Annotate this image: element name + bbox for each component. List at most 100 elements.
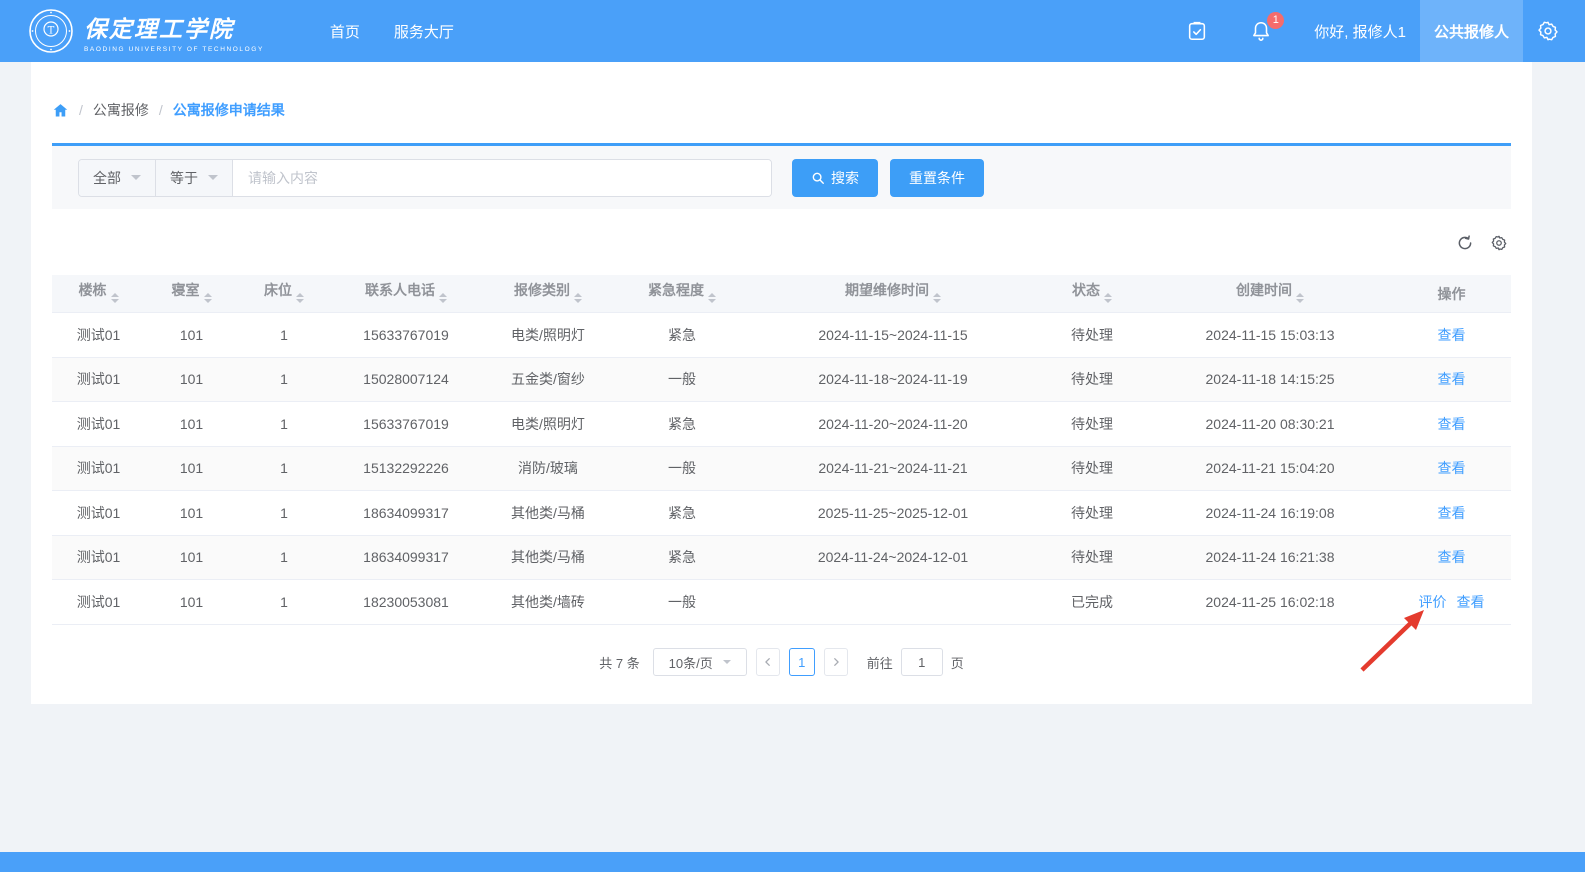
- table-header-row: 楼栋寝室床位联系人电话报修类别紧急程度期望维修时间状态创建时间操作: [52, 275, 1511, 313]
- cell: 101: [145, 371, 238, 387]
- column-header-8[interactable]: 创建时间: [1148, 280, 1392, 307]
- column-settings-gear-icon[interactable]: [1490, 234, 1508, 252]
- column-header-3[interactable]: 联系人电话: [330, 280, 482, 307]
- search-combo: 全部 等于: [78, 159, 772, 197]
- sort-caret-icon[interactable]: [1296, 289, 1304, 307]
- view-link[interactable]: 查看: [1438, 327, 1466, 343]
- actions-cell: 评价查看: [1392, 592, 1511, 612]
- sort-caret-icon[interactable]: [439, 289, 447, 307]
- view-link[interactable]: 查看: [1438, 549, 1466, 565]
- nav-item-0[interactable]: 首页: [330, 21, 360, 42]
- cell: 15132292226: [330, 460, 482, 476]
- cell: 2025-11-25~2025-12-01: [750, 505, 1036, 521]
- cell: 测试01: [52, 458, 145, 478]
- breadcrumb-item-0[interactable]: 公寓报修: [93, 100, 149, 120]
- cell: 五金类/窗纱: [482, 369, 614, 389]
- cell: 紧急: [614, 325, 750, 345]
- home-icon[interactable]: [52, 102, 69, 119]
- prev-page-button[interactable]: [756, 648, 780, 676]
- breadcrumb-item-1: 公寓报修申请结果: [173, 100, 285, 120]
- cell: 其他类/墙砖: [482, 592, 614, 612]
- logo-subtitle: BAODING UNIVERSITY OF TECHNOLOGY: [84, 46, 264, 53]
- evaluate-link[interactable]: 评价: [1419, 594, 1447, 610]
- cell: 101: [145, 327, 238, 343]
- view-link[interactable]: 查看: [1438, 416, 1466, 432]
- cell: 2024-11-21 15:04:20: [1148, 460, 1392, 476]
- column-header-7[interactable]: 状态: [1036, 280, 1148, 307]
- actions-cell: 查看: [1392, 547, 1511, 567]
- view-link[interactable]: 查看: [1438, 505, 1466, 521]
- cell: 2024-11-24 16:19:08: [1148, 505, 1392, 521]
- breadcrumb-separator: /: [159, 102, 163, 118]
- table-row: 测试01101115028007124五金类/窗纱一般2024-11-18~20…: [52, 358, 1511, 403]
- notification-bell-icon[interactable]: 1: [1250, 20, 1272, 42]
- svg-text:T: T: [48, 26, 55, 37]
- cell: 一般: [614, 592, 750, 612]
- cell: 测试01: [52, 503, 145, 523]
- breadcrumb-separator: /: [79, 102, 83, 118]
- cell: 2024-11-15~2024-11-15: [750, 327, 1036, 343]
- top-header: T 保定理工学院 BAODING UNIVERSITY OF TECHNOLOG…: [0, 0, 1585, 62]
- cell: 电类/照明灯: [482, 325, 614, 345]
- cell: 1: [238, 327, 330, 343]
- tasks-clipboard-icon[interactable]: [1186, 20, 1208, 42]
- field-select[interactable]: 全部: [79, 160, 155, 196]
- cell: 紧急: [614, 503, 750, 523]
- cell: 测试01: [52, 369, 145, 389]
- view-link[interactable]: 查看: [1438, 460, 1466, 476]
- sort-caret-icon[interactable]: [296, 289, 304, 307]
- search-button[interactable]: 搜索: [792, 159, 878, 197]
- sort-caret-icon[interactable]: [933, 289, 941, 307]
- column-header-1[interactable]: 寝室: [145, 280, 238, 307]
- cell: 2024-11-21~2024-11-21: [750, 460, 1036, 476]
- reset-filter-button[interactable]: 重置条件: [890, 159, 984, 197]
- goto-page-input[interactable]: [901, 648, 943, 676]
- cell: 15633767019: [330, 327, 482, 343]
- column-header-4[interactable]: 报修类别: [482, 280, 614, 307]
- column-header-0[interactable]: 楼栋: [52, 280, 145, 307]
- sort-caret-icon[interactable]: [111, 289, 119, 307]
- cell: 待处理: [1036, 458, 1148, 478]
- chevron-right-icon: [831, 657, 841, 667]
- view-link[interactable]: 查看: [1438, 371, 1466, 387]
- cell: 待处理: [1036, 414, 1148, 434]
- cell: 1: [238, 549, 330, 565]
- repair-requests-table: 楼栋寝室床位联系人电话报修类别紧急程度期望维修时间状态创建时间操作测试01101…: [52, 275, 1511, 625]
- role-tab-public-reporter[interactable]: 公共报修人: [1420, 0, 1523, 62]
- view-link[interactable]: 查看: [1457, 594, 1485, 610]
- sort-caret-icon[interactable]: [574, 289, 582, 307]
- next-page-button[interactable]: [824, 648, 848, 676]
- cell: 101: [145, 505, 238, 521]
- column-header-6[interactable]: 期望维修时间: [750, 280, 1036, 307]
- cell: 2024-11-20~2024-11-20: [750, 416, 1036, 432]
- chevron-left-icon: [763, 657, 773, 667]
- cell: 测试01: [52, 414, 145, 434]
- settings-gear-icon[interactable]: [1537, 20, 1559, 42]
- operator-select[interactable]: 等于: [155, 160, 232, 196]
- cell: 18634099317: [330, 505, 482, 521]
- cell: 已完成: [1036, 592, 1148, 612]
- page-size-select[interactable]: 10条/页: [653, 648, 747, 676]
- university-emblem-icon: T: [28, 8, 74, 54]
- sort-caret-icon[interactable]: [1104, 289, 1112, 307]
- actions-cell: 查看: [1392, 458, 1511, 478]
- column-header-9: 操作: [1392, 284, 1511, 304]
- cell: 消防/玻璃: [482, 458, 614, 478]
- actions-cell: 查看: [1392, 369, 1511, 389]
- search-input[interactable]: [233, 160, 771, 196]
- column-header-5[interactable]: 紧急程度: [614, 280, 750, 307]
- sort-caret-icon[interactable]: [204, 289, 212, 307]
- column-header-2[interactable]: 床位: [238, 280, 330, 307]
- chevron-down-icon: [131, 175, 141, 185]
- cell: 2024-11-24~2024-12-01: [750, 549, 1036, 565]
- sort-caret-icon[interactable]: [708, 289, 716, 307]
- breadcrumb: / 公寓报修 / 公寓报修申请结果: [52, 100, 285, 120]
- refresh-icon[interactable]: [1456, 234, 1474, 252]
- cell: 紧急: [614, 547, 750, 567]
- nav-item-1[interactable]: 服务大厅: [394, 21, 454, 42]
- cell: 其他类/马桶: [482, 503, 614, 523]
- table-row: 测试01101115633767019电类/照明灯紧急2024-11-15~20…: [52, 313, 1511, 358]
- cell: 测试01: [52, 325, 145, 345]
- search-icon: [811, 171, 825, 185]
- page-number-button[interactable]: 1: [789, 648, 815, 676]
